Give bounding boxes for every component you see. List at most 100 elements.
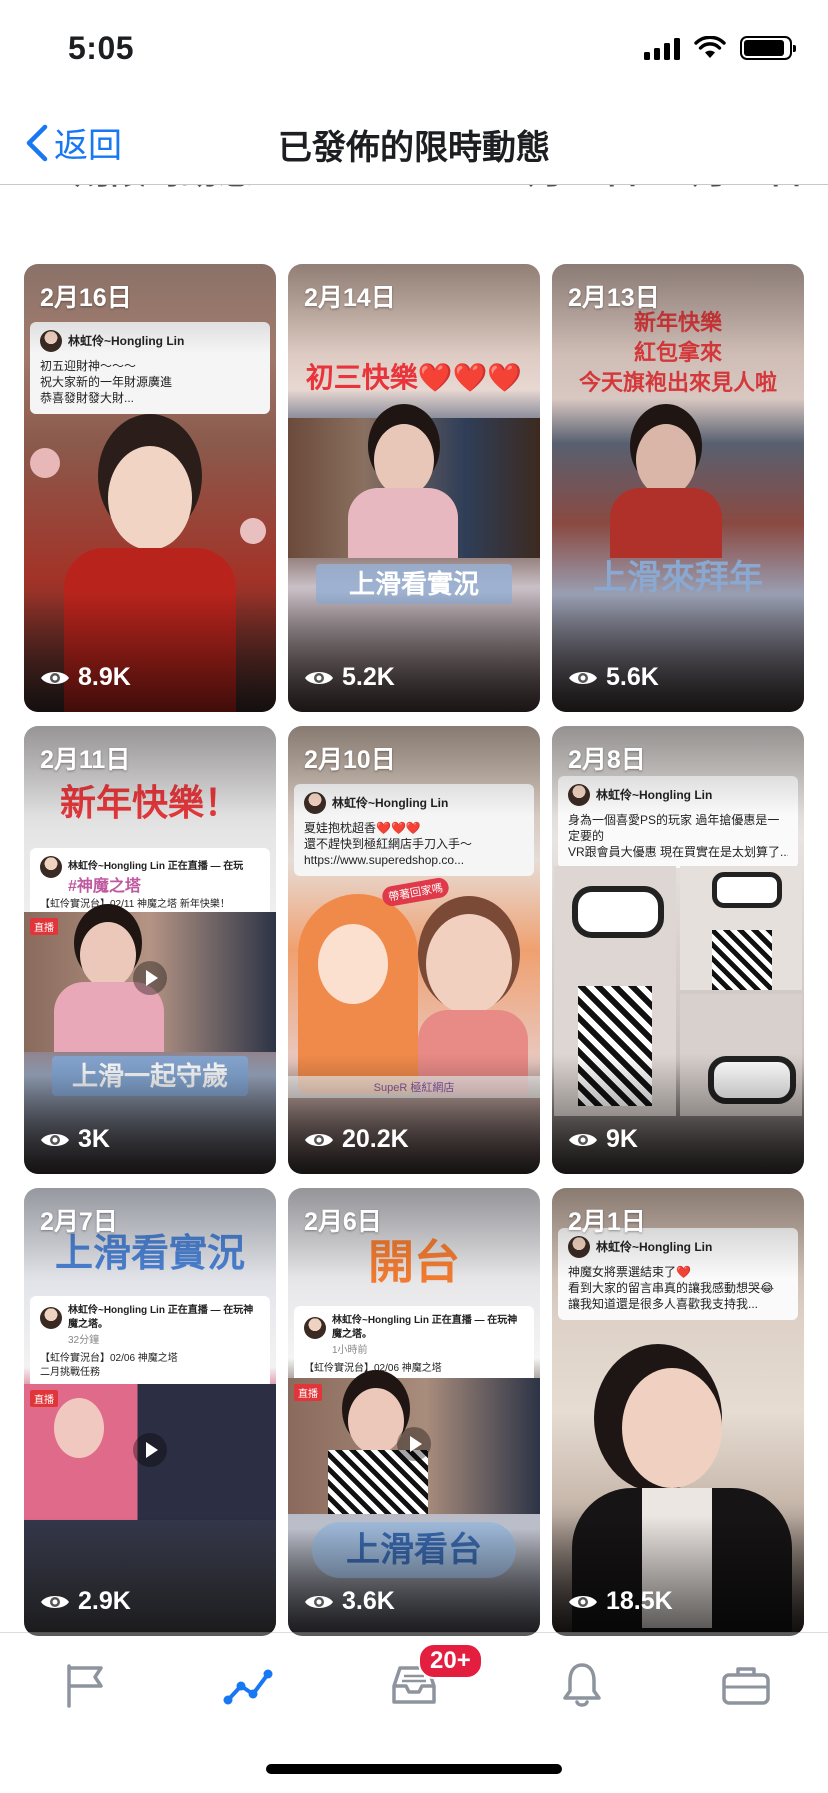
eye-icon [41,671,69,684]
swipe-up-banner: 上滑來拜年 [593,559,763,597]
story-card[interactable]: 2月7日 上滑看實況 林虹伶~Hongling Lin 正在直播 — 在玩神魔之… [24,1188,276,1636]
post-preview: 林虹伶~Hongling Lin 夏娃抱枕超香❤️❤️❤️ 還不趕快到極紅網店手… [294,784,534,876]
shop-logo: SupeR 極紅網店 [288,1076,540,1098]
post-text-line: https://www.superedshop.co... [304,853,465,867]
story-date: 2月16日 [40,284,132,312]
story-card[interactable]: 2月6日 開台 林虹伶~Hongling Lin 正在直播 — 在玩神魔之塔。 … [288,1188,540,1636]
post-author: 林虹伶~Hongling Lin 正在直播 — 在玩神魔之塔。 [332,1315,518,1340]
view-count: 9K [568,1125,638,1154]
navigation-bar: 返回 已發佈的限時動態 [0,100,828,185]
eye-icon [305,1595,333,1608]
story-date: 2月8日 [568,746,646,774]
story-card[interactable]: 2月8日 林虹伶~Hongling Lin 身為一個喜愛PS的玩家 過年搶優惠是… [552,726,804,1174]
sticker-text: 帶著回家嗎 [380,876,451,908]
tab-notifications[interactable] [552,1659,612,1711]
story-photo [552,866,804,1116]
post-preview: 林虹伶~Hongling Lin 身為一個喜愛PS的玩家 過年搶優惠是一定要的 … [558,776,798,868]
avatar [568,784,590,806]
eye-icon [305,1133,333,1146]
post-author: 林虹伶~Hongling Lin [596,788,713,802]
view-count-value: 18.5K [606,1587,673,1615]
play-icon [133,1433,167,1467]
view-count: 8.9K [40,663,131,692]
tab-tools[interactable] [716,1659,776,1711]
eye-icon [569,671,597,684]
story-headline: 新年快樂！ [59,782,240,823]
eye-icon [569,1133,597,1146]
tab-pages[interactable] [54,1659,114,1711]
post-text-line: 二月挑戰任務 [40,1367,100,1378]
post-preview: 林虹伶~Hongling Lin 正在直播 — 在玩神魔之塔。 1小時前 【虹伶… [294,1306,534,1384]
post-author: 林虹伶~Hongling Lin [332,796,449,810]
story-card[interactable]: 2月16日 林虹伶~Hongling Lin 初五迎財神～～～ 祝大家新的一年財… [24,264,276,712]
post-author: 林虹伶~Hongling Lin [596,1240,713,1254]
post-text-line: 【虹伶實況台】02/06 神魔之塔 [40,1353,178,1364]
story-date: 2月6日 [304,1208,382,1236]
home-indicator[interactable] [266,1764,562,1774]
avatar [40,330,62,352]
story-photo: 帶著回家嗎 SupeR 極紅網店 [288,874,540,1098]
view-count-value: 3.6K [342,1587,395,1615]
view-count-value: 9K [606,1125,638,1153]
battery-icon [740,36,796,60]
story-date: 2月10日 [304,746,396,774]
insights-icon [223,1669,273,1705]
story-card[interactable]: 2月11日 新年快樂！ 林虹伶~Hongling Lin 正在直播 — 在玩 #… [24,726,276,1174]
view-count-value: 5.6K [606,663,659,691]
tab-insights[interactable] [218,1659,278,1711]
avatar [568,1236,590,1258]
post-text-line: 神魔女將票選結束了❤️ [568,1265,691,1279]
story-card[interactable]: 2月14日 初三快樂❤️❤️❤️ 上滑看實況 5.2K [288,264,540,712]
post-text-line: 【虹伶實況台】02/06 神魔之塔 [304,1363,442,1374]
post-text-line: 初五迎財神～～～ [40,359,137,373]
view-count-value: 2.9K [78,1587,131,1615]
view-count: 20.2K [304,1125,409,1154]
story-headline: 初三快樂❤️❤️❤️ [305,362,523,393]
notification-badge: 20+ [418,1643,483,1679]
bell-icon [563,1663,601,1707]
view-count-value: 5.2K [342,663,395,691]
post-text-line: 夏娃抱枕超香❤️❤️❤️ [304,821,421,835]
post-time: 32分鐘 [68,1335,100,1346]
play-icon [133,961,167,995]
view-count: 18.5K [568,1587,673,1616]
cellular-signal-icon [644,36,680,60]
live-badge: 直播 [30,918,58,935]
story-date: 2月7日 [40,1208,118,1236]
story-card[interactable]: 2月10日 林虹伶~Hongling Lin 夏娃抱枕超香❤️❤️❤️ 還不趕快… [288,726,540,1174]
story-card[interactable]: 2月1日 林虹伶~Hongling Lin 神魔女將票選結束了❤️ 看到大家的留… [552,1188,804,1636]
story-photo [552,418,804,558]
avatar [304,1317,326,1339]
status-time: 5:05 [68,30,135,66]
swipe-up-banner: 上滑一起守歲 [52,1056,248,1096]
view-count-value: 8.9K [78,663,131,691]
story-photo: 直播 [24,912,276,1052]
view-count: 3K [40,1125,110,1154]
view-count: 5.2K [304,663,395,692]
post-time: 1小時前 [332,1345,368,1356]
story-photo [288,418,540,558]
story-card[interactable]: 2月13日 新年快樂 紅包拿來 今天旗袍出來見人啦 上滑來拜年 5.6K [552,264,804,712]
post-text-line: 恭喜發財發大財... [40,391,135,405]
status-bar: 5:05 [0,0,828,100]
post-text-line: 身為一個喜愛PS的玩家 過年搶優惠是一定要的 [568,813,780,843]
view-count: 5.6K [568,663,659,692]
live-badge: 直播 [294,1384,322,1401]
eye-icon [569,1595,597,1608]
story-date: 2月13日 [568,284,660,312]
stories-grid: 2月16日 林虹伶~Hongling Lin 初五迎財神～～～ 祝大家新的一年財… [24,264,804,1636]
story-photo: 直播 [288,1378,540,1514]
avatar [40,856,62,878]
eye-icon [305,671,333,684]
game-tag: #神魔之塔 [68,878,141,895]
swipe-up-banner: 上滑看實況 [316,564,512,604]
post-text-line: 【虹伶實況台】02/11 神魔之塔 新年快樂！ [40,899,230,910]
flag-icon [67,1664,103,1708]
headline-line: 今天旗袍出來見人啦 [578,370,777,395]
post-text-line: 看到大家的留言串真的讓我感動想哭😂 [568,1281,775,1295]
post-preview: 林虹伶~Hongling Lin 神魔女將票選結束了❤️ 看到大家的留言串真的讓… [558,1228,798,1320]
view-count: 2.9K [40,1587,131,1616]
post-author: 林虹伶~Hongling Lin 正在直播 — 在玩神魔之塔。 [68,1305,254,1330]
post-text-line: VR跟會員大優惠 現在買實在是太划算了... [568,845,788,859]
story-date: 2月14日 [304,284,396,312]
